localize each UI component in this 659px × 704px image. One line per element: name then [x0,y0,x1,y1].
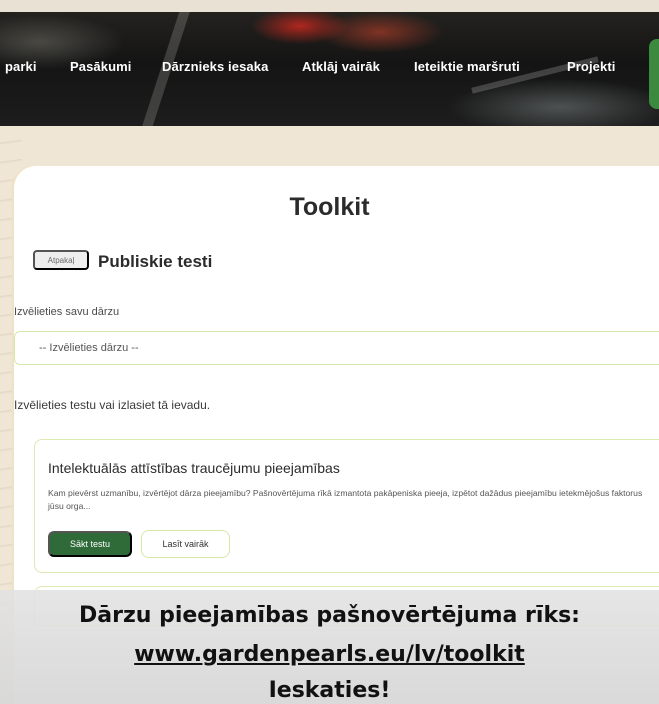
top-strip [0,0,659,12]
nav-item-atklaj-vairak[interactable]: Atklāj vairāk [302,59,380,74]
read-more-button[interactable]: Lasīt vairāk [141,530,230,558]
garden-select-value: -- Izvēlieties dārzu -- [39,342,139,354]
hero-header: parki Pasākumi Dārznieks iesaka Atklāj v… [0,12,659,126]
nav-item-ieteiktie-marsruti[interactable]: Ieteiktie maršruti [414,59,520,74]
nav-item-parki[interactable]: parki [5,59,37,74]
section-title: Publiskie testi [98,252,213,271]
test-description: Kam pievērst uzmanību, izvērtējot dārza … [48,488,643,511]
nav-item-pasakumi[interactable]: Pasākumi [70,59,132,74]
nav-item-darznieks-iesaka[interactable]: Dārznieks iesaka [162,59,268,74]
nav-item-projekti[interactable]: Projekti [567,59,615,74]
promo-heading: Dārzu pieejamības pašnovērtējuma rīks: [79,603,580,628]
back-button[interactable]: Atpakaļ [33,250,89,270]
page-title: Toolkit [289,193,370,221]
promo-link[interactable]: www.gardenpearls.eu/lv/toolkit [0,642,659,667]
garden-select[interactable]: -- Izvēlieties dārzu -- [14,331,659,365]
test-title: Intelektuālās attīstības traucējumu piee… [48,460,340,476]
intro-text: Izvēlieties testu vai izlasiet tā ievadu… [14,398,211,412]
garden-select-label: Izvēlieties savu dārzu [14,306,120,318]
promo-cta: Ieskaties! [268,678,391,703]
nav-cta-button[interactable] [649,39,659,109]
start-test-button[interactable]: Sākt testu [48,531,132,557]
